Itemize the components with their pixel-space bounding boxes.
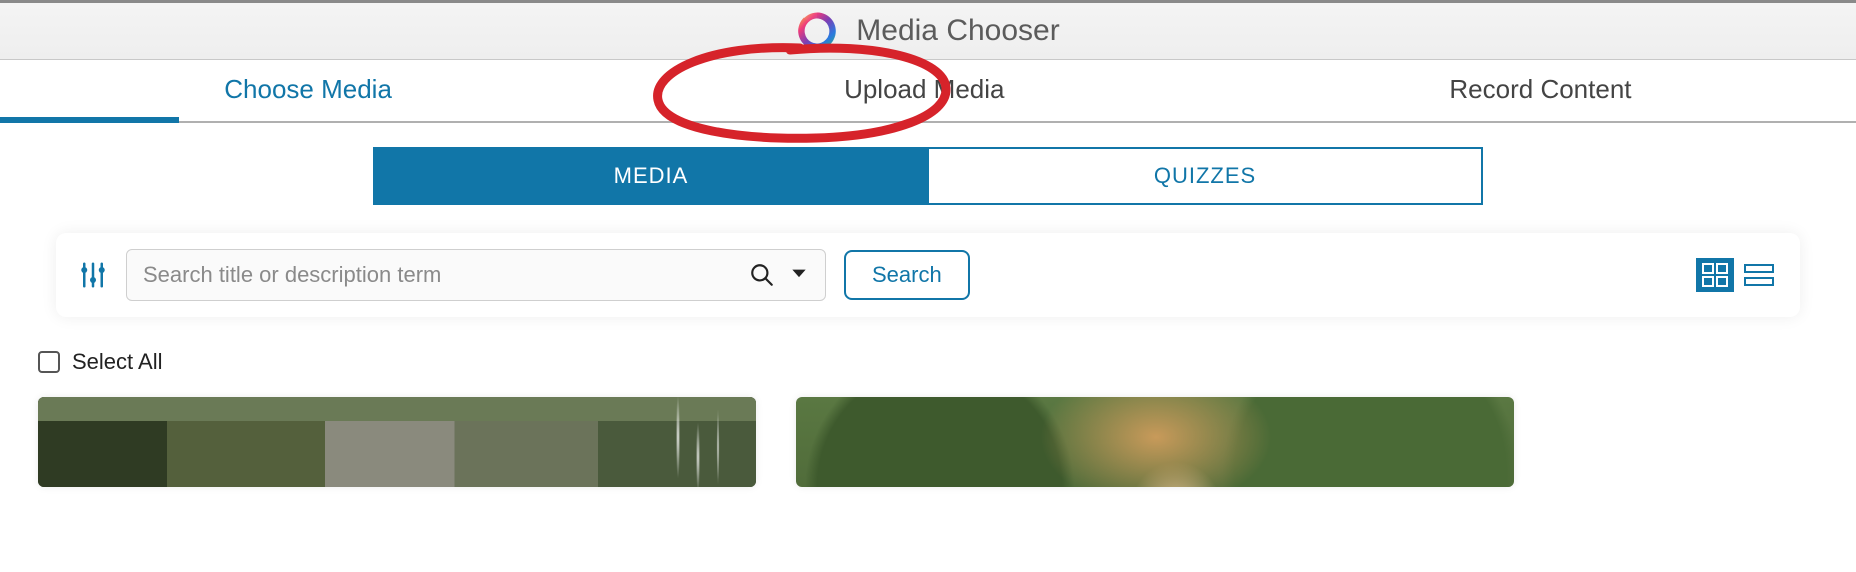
app-title: Media Chooser (856, 14, 1059, 48)
media-thumbnail (796, 397, 1514, 487)
sub-tab-media[interactable]: MEDIA (373, 147, 929, 205)
filter-icon[interactable] (78, 260, 108, 290)
media-card[interactable] (38, 397, 756, 487)
search-icon[interactable] (749, 262, 775, 288)
tab-record-content[interactable]: Record Content (1232, 60, 1848, 121)
search-box (126, 249, 826, 301)
button-label: Search (872, 262, 942, 287)
view-toggle (1696, 258, 1778, 292)
app-logo-icon (796, 10, 838, 52)
tab-label: Record Content (1449, 74, 1631, 104)
media-grid (38, 397, 1818, 487)
select-all-row: Select All (38, 349, 1856, 375)
tab-label: Upload Media (844, 74, 1004, 104)
sub-tab-label: QUIZZES (1154, 163, 1256, 188)
search-input[interactable] (143, 262, 749, 288)
chevron-down-icon[interactable] (789, 263, 809, 288)
search-panel: Search (56, 233, 1800, 317)
sub-tab-label: MEDIA (614, 163, 689, 188)
tab-upload-media[interactable]: Upload Media (616, 60, 1232, 121)
tab-choose-media[interactable]: Choose Media (0, 60, 616, 121)
list-view-button[interactable] (1740, 258, 1778, 292)
grid-view-button[interactable] (1696, 258, 1734, 292)
media-thumbnail (38, 397, 756, 487)
primary-nav: Choose Media Upload Media Record Content (0, 60, 1856, 123)
header-bar: Media Chooser (0, 0, 1856, 60)
tab-label: Choose Media (224, 74, 392, 104)
media-card[interactable] (796, 397, 1514, 487)
search-button[interactable]: Search (844, 250, 970, 300)
sub-tab-quizzes[interactable]: QUIZZES (929, 147, 1483, 205)
sub-tabs: MEDIA QUIZZES (373, 147, 1483, 205)
select-all-label: Select All (72, 349, 163, 375)
select-all-checkbox[interactable] (38, 351, 60, 373)
